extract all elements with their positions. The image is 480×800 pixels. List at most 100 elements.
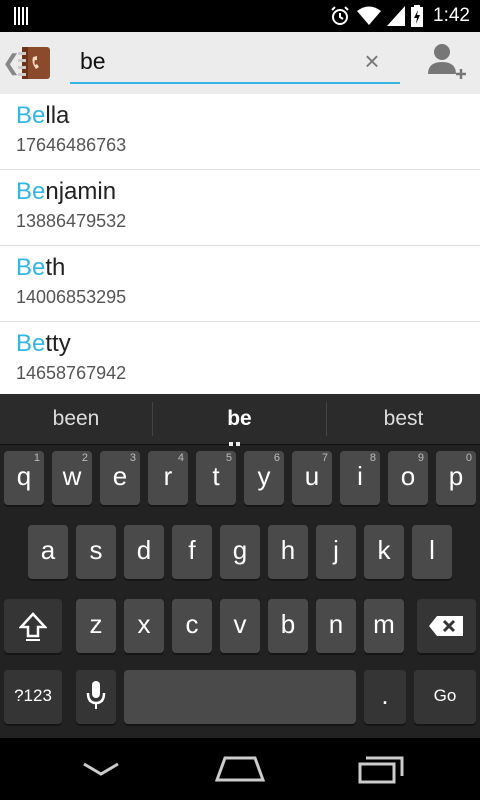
key-n[interactable]: n [316,599,356,653]
contacts-app-icon[interactable] [18,45,52,81]
key-label: h [280,535,296,565]
key-m[interactable]: m [364,599,404,653]
key-f[interactable]: f [172,525,212,579]
key-label: k [377,535,391,565]
contact-phone: 14006853295 [16,287,127,307]
contact-name: Beth [16,254,66,281]
key-v[interactable]: v [220,599,260,653]
key-label: r [163,461,173,491]
key-label: j [333,535,339,565]
key-label: l [429,535,435,565]
key-d[interactable]: d [124,525,164,579]
symbols-key[interactable]: ?123 [4,670,62,724]
navigation-bar [0,738,480,800]
key-hint: 2 [81,452,88,464]
action-bar: ❮ × [0,32,480,95]
key-a[interactable]: a [28,525,68,579]
key-z[interactable]: z [76,599,116,653]
contact-name: Betty [16,330,71,357]
key-g[interactable]: g [220,525,260,579]
key-label: w [62,461,82,491]
key-q[interactable]: q1 [4,451,44,505]
suggestion-left[interactable]: been [0,394,152,444]
notification-icon [14,7,30,25]
key-y[interactable]: y6 [244,451,284,505]
key-s[interactable]: s [76,525,116,579]
key-label: n [328,609,344,639]
key-label: v [233,609,247,639]
key-h[interactable]: h [268,525,308,579]
add-contact-icon[interactable] [426,40,468,84]
contact-list: Bella 17646486763 Benjamin 13886479532 B… [0,94,480,394]
home-icon[interactable] [215,756,265,782]
key-k[interactable]: k [364,525,404,579]
backspace-icon [429,616,463,636]
symbols-label: ?123 [14,686,52,705]
search-input[interactable] [80,46,350,76]
key-p[interactable]: p0 [436,451,476,505]
contact-row[interactable]: Betty 14658767942 [0,322,480,394]
key-label: p [448,461,464,491]
key-label: d [136,535,152,565]
key-hint: 9 [417,452,424,464]
key-label: a [40,535,56,565]
key-label: f [188,535,196,565]
contact-row[interactable]: Benjamin 13886479532 [0,170,480,246]
contact-name: Benjamin [16,178,117,205]
status-bar: 1:42 [0,0,480,32]
shift-icon [19,612,47,641]
key-hint: 0 [465,452,472,464]
key-l[interactable]: l [412,525,452,579]
clock: 1:42 [433,5,470,26]
contact-row[interactable]: Beth 14006853295 [0,246,480,322]
key-r[interactable]: r4 [148,451,188,505]
search-field[interactable]: × [70,42,400,84]
key-label: c [185,609,199,639]
key-hint: 5 [225,452,232,464]
contact-phone: 13886479532 [16,211,127,231]
key-label: g [232,535,248,565]
space-key[interactable] [124,670,356,724]
key-label: z [89,609,103,639]
key-label: e [112,461,128,491]
signal-icon [387,6,406,26]
key-e[interactable]: e3 [100,451,140,505]
key-o[interactable]: o9 [388,451,428,505]
key-j[interactable]: j [316,525,356,579]
go-key[interactable]: Go [414,670,476,724]
key-u[interactable]: u7 [292,451,332,505]
shift-key[interactable] [4,599,62,653]
key-label: s [89,535,103,565]
voice-input-key[interactable] [76,670,116,724]
suggestion-right[interactable]: best [327,394,480,444]
key-w[interactable]: w2 [52,451,92,505]
contact-row[interactable]: Bella 17646486763 [0,94,480,170]
key-b[interactable]: b [268,599,308,653]
period-label: . [381,680,389,710]
microphone-icon [86,681,106,709]
key-i[interactable]: i8 [340,451,380,505]
key-label: o [400,461,416,491]
key-hint: 1 [33,452,40,464]
contact-name: Bella [16,102,70,129]
soft-keyboard: been be best q1w2e3r4t5y6u7i8o9p0 asdfgh… [0,394,480,738]
alarm-icon [331,6,349,25]
period-key[interactable]: . [364,670,406,724]
wifi-icon [357,6,382,25]
key-label: t [212,461,220,491]
clear-search-icon[interactable]: × [358,46,386,76]
key-hint: 6 [273,452,280,464]
backspace-key[interactable] [417,599,476,653]
contact-phone: 14658767942 [16,363,127,383]
key-label: x [137,609,151,639]
key-label: b [280,609,296,639]
key-label: u [304,461,320,491]
back-icon[interactable] [82,762,120,776]
key-c[interactable]: c [172,599,212,653]
more-suggestions-icon [229,433,249,464]
key-hint: 4 [177,452,184,464]
key-t[interactable]: t5 [196,451,236,505]
key-label: i [357,461,363,491]
recent-apps-icon[interactable] [358,754,404,784]
key-x[interactable]: x [124,599,164,653]
